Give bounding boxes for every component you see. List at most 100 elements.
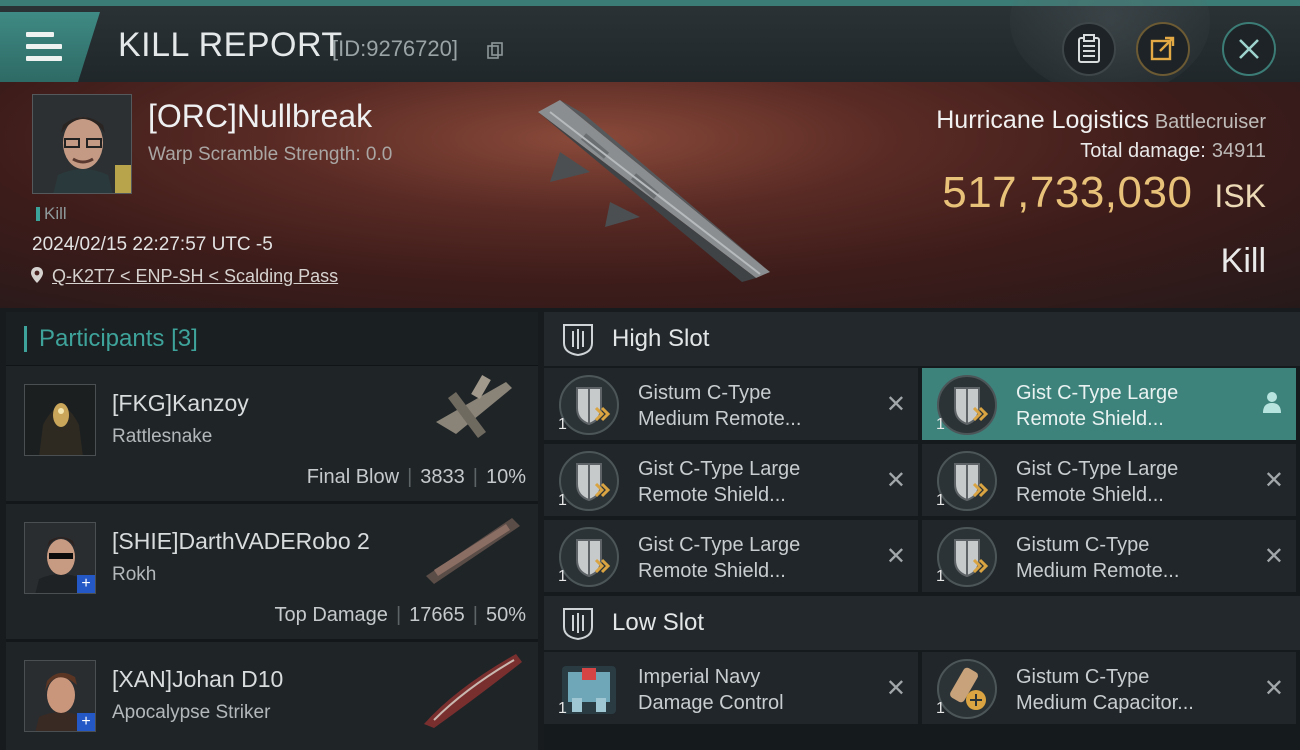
participants-header: Participants [3] <box>6 312 538 366</box>
capacitor-icon <box>937 659 997 719</box>
participants-label: Participants <box>39 324 165 352</box>
module-quantity: 1 <box>558 568 567 585</box>
share-button[interactable] <box>1136 22 1190 76</box>
destroyed-x-icon: ✕ <box>885 467 906 494</box>
kill-timestamp: 2024/02/15 22:27:57 UTC -5 <box>32 234 273 255</box>
remote-shield-booster-icon <box>559 375 619 435</box>
module-quantity: 1 <box>936 492 945 509</box>
warp-scramble-strength: Warp Scramble Strength: 0.0 <box>148 144 393 165</box>
victim-portrait-icon <box>33 95 131 193</box>
victim-name[interactable]: [ORC]Nullbreak <box>148 98 372 135</box>
ship-name: Hurricane Logistics <box>936 106 1149 134</box>
high-slot-icon <box>563 324 593 357</box>
module-quantity: 1 <box>558 492 567 509</box>
high-slot-header: High Slot <box>544 312 1300 366</box>
module-quantity: 1 <box>558 700 567 717</box>
helmet-portrait-icon <box>25 385 95 455</box>
participant-ship: Apocalypse Striker <box>112 702 271 723</box>
high-slot-label: High Slot <box>612 325 710 352</box>
isk-value-row: 517,733,030 ISK <box>942 168 1266 218</box>
module-quantity: 1 <box>558 416 567 433</box>
module-name: Gistum C-Type Medium Remote... <box>1016 532 1246 584</box>
kill-result: Kill <box>1220 242 1266 280</box>
close-button[interactable] <box>1222 22 1276 76</box>
module-name: Gistum C-Type Medium Remote... <box>638 380 868 432</box>
module-item[interactable]: 1 Gistum C-Type Medium Capacitor... ✕ <box>922 652 1296 724</box>
participant-avatar[interactable]: + <box>24 522 96 594</box>
participant-role: Final Blow <box>306 466 400 488</box>
participant-avatar[interactable] <box>24 384 96 456</box>
module-item[interactable]: 1 Imperial Navy Damage Control ✕ <box>544 652 918 724</box>
module-name-line1: Gist C-Type Large <box>1016 382 1179 404</box>
victim-avatar[interactable] <box>32 94 132 194</box>
participant-avatar[interactable]: + <box>24 660 96 732</box>
total-damage-label: Total damage: <box>1080 140 1206 162</box>
kill-report-screen: KILL REPORT [ID:9276720] [ORC]Nullbreak … <box>0 0 1300 750</box>
participant-row[interactable]: + [XAN]Johan D10 Apocalypse Striker <box>6 642 538 750</box>
participant-row[interactable]: [FKG]Kanzoy Rattlesnake Final Blow | 3833 |… <box>6 366 538 504</box>
participant-ship-image <box>426 518 520 584</box>
module-name-line1: Gist C-Type Large <box>638 534 801 556</box>
isk-unit: ISK <box>1214 178 1266 214</box>
participant-damage: 17665 <box>409 604 465 626</box>
destroyed-x-icon: ✕ <box>1263 467 1284 494</box>
participant-ship-image <box>436 374 512 438</box>
share-icon <box>1150 36 1175 61</box>
module-name-line2: Remote Shield... <box>638 560 786 582</box>
module-name-line1: Gist C-Type Large <box>1016 458 1179 480</box>
clipboard-button[interactable] <box>1062 22 1116 76</box>
remote-shield-booster-icon <box>937 527 997 587</box>
module-quantity: 1 <box>936 700 945 717</box>
report-id: [ID:9276720] <box>332 36 458 61</box>
participant-ship: Rokh <box>112 564 157 585</box>
module-quantity: 1 <box>936 568 945 585</box>
participant-ship-image <box>424 654 522 728</box>
ship-class: Battlecruiser <box>1154 111 1266 133</box>
module-name-line1: Gist C-Type Large <box>638 458 801 480</box>
participant-name[interactable]: [XAN]Johan D10 <box>112 666 283 693</box>
plus-badge-icon: + <box>77 575 95 593</box>
low-slot-icon <box>563 608 593 641</box>
module-name-line1: Gistum C-Type <box>1016 534 1150 556</box>
participant-row[interactable]: + [SHIE]DarthVADERobo 2 Rokh Top Damage |… <box>6 504 538 642</box>
module-name-line2: Medium Remote... <box>1016 560 1180 582</box>
module-name-line2: Damage Control <box>638 692 784 714</box>
module-name: Imperial Navy Damage Control <box>638 664 868 716</box>
participant-damage-pct: 10% <box>485 466 526 488</box>
module-item-selected[interactable]: 1 Gist C-Type Large Remote Shield... <box>922 368 1296 440</box>
module-name-line2: Remote Shield... <box>638 484 786 506</box>
location-link[interactable]: Q-K2T7 < ENP-SH < Scalding Pass <box>52 266 338 286</box>
destroyed-x-icon: ✕ <box>885 391 906 418</box>
victim-banner: [ORC]Nullbreak Warp Scramble Strength: 0… <box>0 82 1300 308</box>
victim-ship[interactable]: Hurricane Logistics Battlecruiser <box>936 106 1266 135</box>
remote-shield-booster-icon <box>559 451 619 511</box>
participant-name[interactable]: [SHIE]DarthVADERobo 2 <box>112 528 370 555</box>
kill-location[interactable]: Q-K2T7 < ENP-SH < Scalding Pass <box>30 266 338 287</box>
module-item[interactable]: 1 Gistum C-Type Medium Remote... ✕ <box>922 520 1296 592</box>
module-name-line2: Medium Capacitor... <box>1016 692 1194 714</box>
participant-role: Top Damage <box>274 604 388 626</box>
copy-icon[interactable] <box>486 42 504 60</box>
menu-button[interactable] <box>0 12 100 82</box>
participant-damage: 3833 <box>420 466 465 488</box>
victim-ship-image <box>538 100 770 282</box>
destroyed-x-icon: ✕ <box>1263 543 1284 570</box>
participant-ship: Rattlesnake <box>112 426 213 447</box>
participant-name[interactable]: [FKG]Kanzoy <box>112 390 249 417</box>
total-damage-value: 34911 <box>1211 140 1266 162</box>
module-name: Gist C-Type Large Remote Shield... <box>638 456 868 508</box>
module-item[interactable]: 1 Gist C-Type Large Remote Shield... ✕ <box>544 444 918 516</box>
header-bar: KILL REPORT [ID:9276720] <box>0 0 1300 96</box>
module-name-line2: Medium Remote... <box>638 408 802 430</box>
module-item[interactable]: 1 Gist C-Type Large Remote Shield... ✕ <box>544 520 918 592</box>
module-name-line2: Remote Shield... <box>1016 484 1164 506</box>
low-slot-label: Low Slot <box>612 609 705 636</box>
module-item[interactable]: 1 Gistum C-Type Medium Remote... ✕ <box>544 368 918 440</box>
module-item[interactable]: 1 Gist C-Type Large Remote Shield... ✕ <box>922 444 1296 516</box>
location-pin-icon <box>31 267 43 283</box>
module-name: Gistum C-Type Medium Capacitor... <box>1016 664 1246 716</box>
destroyed-x-icon: ✕ <box>1263 675 1284 702</box>
module-name: Gist C-Type Large Remote Shield... <box>1016 380 1246 432</box>
module-name-line2: Remote Shield... <box>1016 408 1164 430</box>
remote-shield-booster-icon <box>937 375 997 435</box>
